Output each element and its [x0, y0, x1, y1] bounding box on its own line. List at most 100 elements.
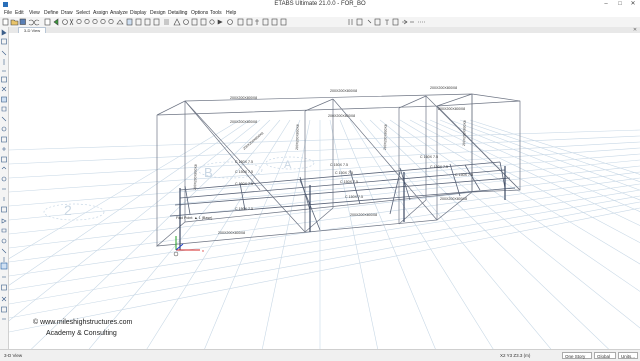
- label-diag-1: 200X200X800X8: [242, 131, 264, 151]
- draw-area-icon[interactable]: [1, 76, 7, 83]
- rubber-band-icon[interactable]: [116, 19, 124, 25]
- menu-options[interactable]: Options: [191, 9, 208, 17]
- label-truss-7: C 150X 7.5: [235, 182, 253, 186]
- label-deck-mid: 200X200X800X8: [328, 114, 355, 118]
- draw-tendon-icon[interactable]: [1, 136, 7, 143]
- design-check-icon[interactable]: [280, 18, 287, 26]
- draw-rebar-icon[interactable]: [1, 166, 7, 170]
- forces-icon[interactable]: [246, 18, 253, 26]
- draw-beam-icon[interactable]: [356, 18, 363, 26]
- status-view-name: 3-D View: [4, 353, 23, 358]
- snap-icon[interactable]: [1, 176, 7, 182]
- menu-draw[interactable]: Draw: [61, 9, 73, 17]
- menu-design[interactable]: Design: [150, 9, 166, 17]
- shell-forces-icon[interactable]: [271, 18, 278, 26]
- rotate-3d-icon[interactable]: [183, 19, 189, 25]
- menu-edit[interactable]: Edit: [15, 9, 24, 17]
- watermark-line-2: Academy & Consulting: [46, 330, 117, 337]
- menu-assign[interactable]: Assign: [93, 9, 108, 17]
- zoom-fit-icon[interactable]: [108, 18, 114, 25]
- grid-label-a: A: [284, 159, 292, 171]
- snap-intersection-icon[interactable]: [1, 206, 7, 213]
- pointer-icon[interactable]: [69, 18, 74, 26]
- structural-model-3d: 2 B A x 200X200X800X8 200X200X800X8 200X…: [9, 86, 640, 349]
- maximize-button[interactable]: □: [614, 0, 626, 9]
- ground-grid: [9, 119, 640, 349]
- pan-icon[interactable]: [62, 19, 68, 25]
- label-top-left: 200X200X800X8: [230, 96, 257, 100]
- draw-slab-icon[interactable]: [1, 106, 7, 112]
- set-display-icon[interactable]: [153, 18, 160, 26]
- snap-perpendicular-icon[interactable]: [1, 218, 7, 224]
- status-coordinates: X2 Y3 Z3.3 (m): [500, 353, 531, 358]
- previous-selection-icon[interactable]: [1, 284, 7, 291]
- deformed-shape-icon[interactable]: [237, 18, 244, 26]
- elevation-view-icon[interactable]: [144, 18, 151, 26]
- open-icon[interactable]: [10, 19, 19, 26]
- menu-detailing[interactable]: Detailing: [168, 9, 187, 17]
- zoom-in-icon[interactable]: [84, 18, 90, 25]
- column-icon[interactable]: [348, 19, 353, 25]
- left-toolbar-icons: [0, 29, 8, 320]
- undo-icon[interactable]: [28, 19, 34, 26]
- list-icon[interactable]: [164, 19, 169, 25]
- select-intersecting-icon[interactable]: [1, 306, 7, 313]
- 3d-view-canvas[interactable]: 2 B A x 200X200X800X8 200X200X800X8 200X…: [9, 33, 640, 349]
- draw-floor-icon[interactable]: [392, 18, 399, 26]
- reactions-icon[interactable]: [255, 19, 259, 25]
- draw-joint-icon[interactable]: [1, 38, 7, 45]
- draw-opening-icon[interactable]: [1, 126, 7, 132]
- snap-grid-icon[interactable]: [1, 238, 7, 244]
- draw-brace-left-icon[interactable]: [1, 86, 7, 92]
- zoom-window-icon[interactable]: [76, 18, 82, 25]
- zoom-out-icon[interactable]: [92, 18, 98, 25]
- menu-analyze[interactable]: Analyze: [110, 9, 128, 17]
- menu-select[interactable]: Select: [76, 9, 90, 17]
- menu-tools[interactable]: Tools: [210, 9, 222, 17]
- draw-link-icon[interactable]: [1, 116, 7, 122]
- draw-t-icon[interactable]: [385, 19, 389, 25]
- frame-forces-icon[interactable]: [262, 18, 269, 26]
- draw-wall-icon[interactable]: [374, 18, 381, 26]
- coord-system-dropdown[interactable]: Global: [594, 352, 616, 359]
- save-icon[interactable]: [19, 18, 26, 25]
- 3d-view-icon[interactable]: [126, 18, 133, 26]
- snap-fine-grid-icon[interactable]: [1, 248, 7, 254]
- zoom-previous-icon[interactable]: [100, 18, 106, 25]
- refresh-icon[interactable]: [209, 19, 215, 25]
- label-truss-1: C 150X 7.5: [235, 160, 253, 164]
- close-button[interactable]: ✕: [627, 0, 639, 9]
- redo-icon[interactable]: [34, 19, 40, 26]
- units-button[interactable]: Units...: [618, 352, 638, 359]
- perspective-icon[interactable]: [173, 18, 181, 26]
- chevron-icon[interactable]: [217, 19, 223, 25]
- dimension-icon[interactable]: [402, 19, 408, 25]
- draw-wall-left-icon[interactable]: [1, 96, 7, 103]
- lock-icon[interactable]: [44, 18, 51, 26]
- display-options-icon[interactable]: [227, 19, 233, 25]
- menu-display[interactable]: Display: [130, 9, 146, 17]
- menu-view[interactable]: View: [29, 9, 40, 17]
- top-deck: [156, 93, 473, 116]
- plan-view-icon[interactable]: [135, 18, 142, 26]
- minimize-button[interactable]: –: [600, 0, 612, 9]
- run-analysis-icon[interactable]: [53, 18, 59, 26]
- story-dropdown[interactable]: One Story: [562, 352, 592, 359]
- snap-line-icon[interactable]: [1, 228, 7, 233]
- brace-icon[interactable]: [367, 19, 372, 24]
- menu-help[interactable]: Help: [226, 9, 236, 17]
- menu-define[interactable]: Define: [44, 9, 58, 17]
- draw-dimension-icon[interactable]: [2, 147, 6, 151]
- all-icon[interactable]: [0, 262, 8, 270]
- draw-section-cut-icon[interactable]: [1, 156, 7, 163]
- title-bar: ETABS Ultimate 21.0.0 - FOR_BO – □ ✕: [0, 0, 640, 9]
- clear-selection-icon[interactable]: [1, 296, 7, 302]
- label-deck-right: 200X200X800X8: [438, 107, 465, 111]
- extrude-icon[interactable]: [200, 18, 207, 26]
- draw-frame-icon[interactable]: [1, 50, 7, 56]
- new-model-icon[interactable]: [2, 18, 9, 26]
- menu-file[interactable]: File: [4, 9, 12, 17]
- select-pointer-icon[interactable]: [1, 29, 7, 36]
- object-shrink-icon[interactable]: [191, 18, 198, 26]
- label-truss-3: C 150X 7.5: [420, 155, 438, 159]
